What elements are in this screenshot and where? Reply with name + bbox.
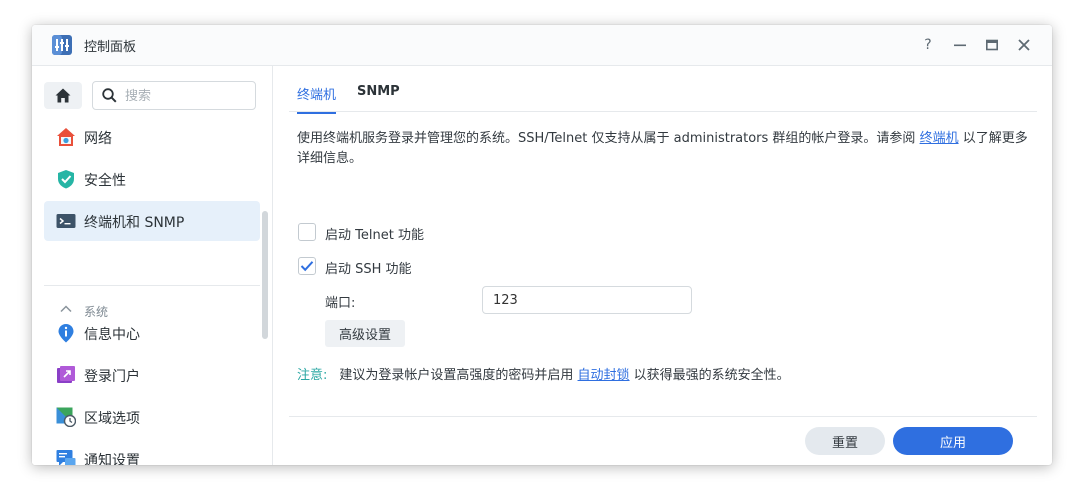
- sidebar-item-login-portal[interactable]: 登录门户: [44, 355, 260, 395]
- minimize-icon: [954, 44, 966, 47]
- ssh-checkbox-label[interactable]: 启动 SSH 功能: [325, 258, 412, 277]
- region-clock-icon: [56, 407, 76, 427]
- minimize-button[interactable]: [949, 34, 971, 56]
- note-text: 建议为登录帐户设置高强度的密码并启用: [339, 368, 578, 383]
- tab-bar: 终端机 SNMP: [289, 66, 1037, 114]
- maximize-icon: [986, 39, 998, 51]
- close-button[interactable]: [1013, 34, 1035, 56]
- search-input[interactable]: [123, 85, 252, 107]
- notification-icon: [56, 450, 76, 465]
- help-icon: ?: [924, 37, 932, 53]
- note-label: 注意:: [297, 368, 328, 383]
- port-label: 端口:: [325, 296, 356, 311]
- terminal-icon: [56, 214, 76, 228]
- main-panel: 终端机 SNMP 使用终端机服务登录并管理您的系统。SSH/Telnet 仅支持…: [273, 66, 1052, 465]
- note-text: 以获得最强的系统安全性。: [629, 368, 790, 383]
- close-icon: [1018, 39, 1030, 51]
- sidebar-scrollbar[interactable]: [262, 211, 268, 339]
- sidebar-divider: [44, 285, 260, 286]
- search-field[interactable]: [92, 81, 256, 110]
- sidebar-item-label: 登录门户: [84, 369, 140, 385]
- sidebar-item-label: 网络: [84, 131, 112, 147]
- port-input[interactable]: [482, 286, 692, 314]
- advanced-settings-button[interactable]: 高级设置: [325, 320, 405, 347]
- auto-block-link[interactable]: 自动封锁: [578, 368, 630, 383]
- title-bar: 控制面板 ?: [32, 25, 1052, 66]
- ssh-checkbox[interactable]: [298, 257, 316, 275]
- sidebar-item-regional-options[interactable]: 区域选项: [44, 397, 260, 437]
- window-title: 控制面板: [84, 40, 137, 55]
- tab-terminal[interactable]: 终端机: [297, 84, 337, 114]
- sidebar-item-security[interactable]: 安全性: [44, 159, 260, 199]
- security-note: 注意: 建议为登录帐户设置高强度的密码并启用 自动封锁 以获得最强的系统安全性。: [297, 364, 790, 383]
- house-network-icon: [57, 128, 75, 146]
- maximize-button[interactable]: [981, 34, 1003, 56]
- sidebar-item-notifications[interactable]: 通知设置: [44, 439, 260, 465]
- sidebar-item-network[interactable]: 网络: [44, 117, 260, 157]
- description-text: 使用终端机服务登录并管理您的系统。SSH/Telnet 仅支持从属于 admin…: [297, 129, 1032, 169]
- terminal-help-link[interactable]: 终端机: [920, 131, 959, 146]
- reset-button[interactable]: 重置: [805, 427, 885, 455]
- login-portal-icon: [57, 366, 75, 383]
- apply-button[interactable]: 应用: [893, 427, 1013, 455]
- sidebar-item-label: 信息中心: [84, 327, 140, 343]
- description-part: 使用终端机服务登录并管理您的系统。SSH/Telnet 仅支持从属于 admin…: [297, 131, 920, 146]
- sidebar: 网络 安全性 终端机和 SNMP 系统: [32, 66, 273, 465]
- help-button[interactable]: ?: [917, 34, 939, 56]
- sidebar-item-terminal-snmp[interactable]: 终端机和 SNMP: [44, 201, 260, 241]
- control-panel-window: 控制面板 ? 搜索 网络 安全性 终端机和 SNMP 系统 信息中心 登录门户 …: [32, 25, 1052, 465]
- home-icon: [55, 88, 71, 103]
- footer-divider: [289, 416, 1037, 417]
- sidebar-item-label: 终端机和 SNMP: [84, 215, 185, 231]
- telnet-checkbox[interactable]: [298, 223, 316, 241]
- control-panel-app-icon: [52, 35, 72, 55]
- tab-snmp[interactable]: SNMP: [357, 84, 400, 108]
- sidebar-item-label: 通知设置: [84, 453, 140, 465]
- telnet-checkbox-label[interactable]: 启动 Telnet 功能: [325, 224, 424, 243]
- sidebar-item-label: 安全性: [84, 173, 126, 189]
- shield-check-icon: [58, 170, 74, 189]
- home-button[interactable]: [44, 82, 82, 109]
- sidebar-item-info-center[interactable]: 信息中心: [44, 313, 260, 353]
- search-icon: [102, 88, 117, 103]
- sidebar-item-label: 区域选项: [84, 411, 140, 427]
- checkmark-icon: [300, 261, 314, 272]
- info-icon: [58, 324, 74, 343]
